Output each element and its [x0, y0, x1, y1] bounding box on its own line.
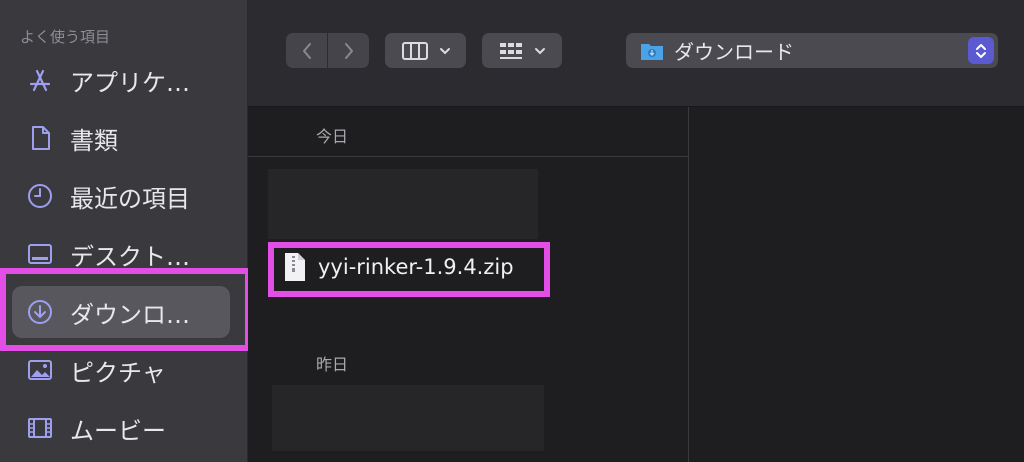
- sidebar-item-label: ピクチャ: [70, 358, 166, 387]
- group-button[interactable]: [482, 33, 562, 68]
- sidebar-item-label: 最近の項目: [70, 184, 190, 213]
- sidebar-item-desktop[interactable]: デスクト…: [12, 228, 230, 280]
- sidebar-item-label: 書類: [70, 126, 118, 155]
- forward-button[interactable]: [328, 33, 369, 68]
- sidebar: よく使う項目 アプリケ… 書類 最近の項目 デスクト… ダウンロ… ピクチャ ム…: [0, 0, 248, 462]
- finder-window: よく使う項目 アプリケ… 書類 最近の項目 デスクト… ダウンロ… ピクチャ ム…: [0, 0, 1024, 462]
- location-popup[interactable]: ダウンロード: [626, 33, 998, 68]
- view-mode-button[interactable]: [385, 33, 466, 68]
- sidebar-item-label: アプリケ…: [70, 68, 190, 97]
- sidebar-item-label: ムービー: [70, 416, 166, 445]
- sidebar-item-documents[interactable]: 書類: [12, 112, 230, 164]
- sidebar-item-applications[interactable]: アプリケ…: [12, 54, 230, 106]
- column-view-icon: [401, 41, 428, 60]
- blurred-file-row: [272, 385, 544, 451]
- file-column: 今日 yyi-rinker-1.9.4.zip 昨日: [248, 107, 689, 462]
- applications-icon: [24, 64, 56, 96]
- up-down-chevron-icon: [976, 43, 986, 58]
- sidebar-item-pictures[interactable]: ピクチャ: [12, 344, 230, 396]
- film-icon: [24, 412, 56, 444]
- back-button[interactable]: [286, 33, 327, 68]
- sidebar-item-downloads[interactable]: ダウンロ…: [12, 286, 230, 338]
- location-label: ダウンロード: [674, 40, 794, 64]
- file-row-zip[interactable]: yyi-rinker-1.9.4.zip: [270, 243, 520, 291]
- desktop-icon: [24, 238, 56, 270]
- sidebar-heading: よく使う項目: [20, 28, 111, 46]
- blurred-file-row: [268, 169, 538, 239]
- download-folder-icon: [641, 43, 663, 60]
- sidebar-item-label: デスクト…: [70, 242, 190, 271]
- photo-icon: [24, 354, 56, 386]
- toolbar: ダウンロード: [248, 0, 1024, 107]
- preview-column: [689, 107, 1024, 462]
- zip-file-icon: [285, 253, 305, 281]
- download-icon: [24, 296, 56, 328]
- sidebar-item-recents[interactable]: 最近の項目: [12, 170, 230, 222]
- chevron-down-icon: [439, 47, 450, 54]
- navigation-buttons: [286, 33, 369, 68]
- column-header: 今日: [248, 107, 688, 157]
- document-icon: [24, 122, 56, 154]
- chevron-down-icon: [535, 47, 545, 54]
- chevron-right-icon: [344, 42, 353, 59]
- section-yesterday: 昨日: [316, 355, 349, 374]
- clock-icon: [24, 180, 56, 212]
- grid-group-icon: [500, 42, 522, 59]
- section-today: 今日: [316, 127, 349, 146]
- file-name: yyi-rinker-1.9.4.zip: [318, 255, 514, 279]
- chevron-left-icon: [302, 42, 311, 59]
- sidebar-item-label: ダウンロ…: [70, 300, 190, 329]
- popup-stepper: [968, 37, 994, 64]
- sidebar-item-movies[interactable]: ムービー: [12, 402, 230, 454]
